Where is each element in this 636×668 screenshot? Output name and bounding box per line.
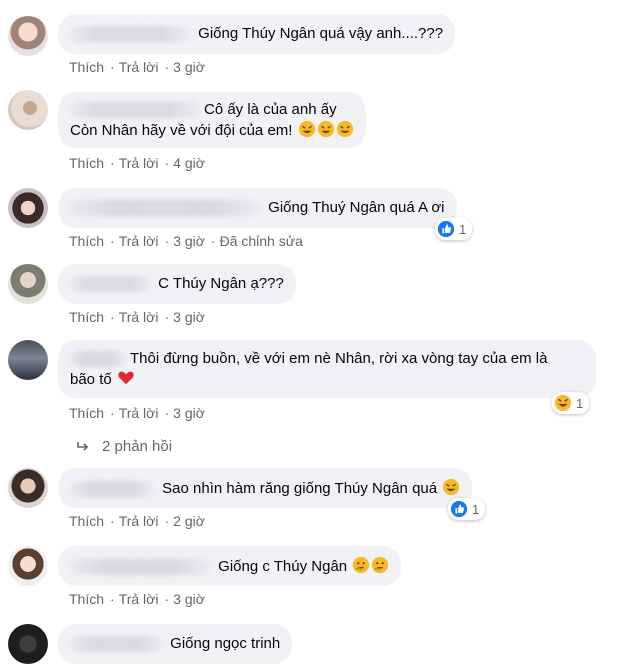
blurred-author-name[interactable] [70,276,150,293]
thinking-face-emoji [353,556,370,574]
reaction-badge[interactable]: 1 [435,218,473,240]
edited-label[interactable]: Đã chỉnh sửa [220,233,303,249]
thinking-face-emoji [372,556,389,574]
comment-text: Giống c Thúy Ngân [218,558,348,575]
comment-actions: Thích · Trả lời · 3 giờ [69,309,205,325]
reply-link[interactable]: Trả lời [119,309,159,325]
reply-arrow-icon [77,441,89,451]
comment-actions: Thích · Trả lời · 3 giờ [69,59,205,75]
reply-link[interactable]: Trả lời [119,591,159,607]
comment-text: Giống ngọc trinh [170,635,281,652]
like-icon [437,220,455,238]
reaction-count: 1 [576,395,584,411]
comment-text-line-2: Còn Nhân hãy về với đội của em! [70,122,293,139]
comment-bubble: Giống Thúy Ngân quá vậy anh....??? [58,14,456,54]
avatar[interactable] [8,468,48,508]
timestamp[interactable]: 3 giờ [173,405,205,421]
reply-link[interactable]: Trả lời [119,405,159,421]
comment-bubble: Giống c Thúy Ngân [58,546,402,586]
blurred-author-name[interactable] [70,26,190,43]
rolling-laughing-emoji [443,478,460,496]
comment-bubble: Sao nhìn hàm răng giống Thúy Ngân quá [58,468,473,508]
comment-text-line-1: Thôi đừng buồn, về với em nè Nhân, rời x… [130,350,548,367]
comment-text: Giống Thuý Ngân quá A ơi [268,199,445,216]
avatar[interactable] [8,188,48,228]
reaction-count: 1 [459,221,467,237]
reaction-count: 1 [472,501,480,517]
reaction-badge[interactable]: 1 [552,392,590,414]
rolling-laughing-emoji [336,120,353,138]
rolling-laughing-emoji [298,120,315,138]
comment-actions: Thích · Trả lời · 4 giờ [69,155,205,171]
like-link[interactable]: Thích [69,513,104,529]
reply-link[interactable]: Trả lời [119,59,159,75]
comment-text: Sao nhìn hàm răng giống Thúy Ngân quá [162,480,438,497]
blurred-author-name[interactable] [70,481,154,498]
timestamp[interactable]: 4 giờ [173,155,205,171]
timestamp[interactable]: 3 giờ [173,309,205,325]
comment-actions: Thích · Trả lời · 3 giờ [69,591,205,607]
comment-text: C Thúy Ngân ạ??? [158,275,284,292]
comment-bubble: C Thúy Ngân ạ??? [58,264,296,304]
haha-icon [554,394,572,412]
comment-actions: Thích · Trả lời · 3 giờ [69,405,205,421]
blurred-author-name[interactable] [70,559,210,576]
reaction-badge[interactable]: 1 [448,498,486,520]
timestamp[interactable]: 3 giờ [173,59,205,75]
like-link[interactable]: Thích [69,591,104,607]
replies-count-label: 2 phản hồi [102,438,173,455]
like-link[interactable]: Thích [69,309,104,325]
comment-actions: Thích · Trả lời · 3 giờ · Đã chỉnh sửa [69,233,303,249]
like-link[interactable]: Thích [69,59,104,75]
reply-link[interactable]: Trả lời [119,155,159,171]
blurred-author-name[interactable] [70,200,260,217]
blurred-author-name[interactable] [70,102,200,119]
blurred-author-name[interactable] [70,636,162,653]
comment-text-line-1: Cô ấy là của anh ấy [204,101,337,118]
timestamp[interactable]: 2 giờ [173,513,205,529]
comment-text-line-2: bão tố [70,371,112,388]
comment-actions: Thích · Trả lời · 2 giờ [69,513,205,529]
comment-bubble: Cô ấy là của anh ấy Còn Nhân hãy về với … [58,92,366,148]
like-link[interactable]: Thích [69,233,104,249]
view-replies-link[interactable]: 2 phản hồi [76,438,172,455]
avatar[interactable] [8,340,48,380]
comment-bubble: Thôi đừng buồn, về với em nè Nhân, rời x… [58,340,596,398]
red-heart-icon [118,371,134,385]
reply-link[interactable]: Trả lời [119,513,159,529]
avatar[interactable] [8,16,48,56]
rolling-laughing-emoji [317,120,334,138]
blurred-author-name[interactable] [70,351,126,368]
like-link[interactable]: Thích [69,405,104,421]
comment-bubble: Giống Thuý Ngân quá A ơi [58,188,457,228]
timestamp[interactable]: 3 giờ [173,591,205,607]
avatar[interactable] [8,264,48,304]
timestamp[interactable]: 3 giờ [173,233,205,249]
reply-link[interactable]: Trả lời [119,233,159,249]
comment-text: Giống Thúy Ngân quá vậy anh....??? [198,25,444,42]
like-link[interactable]: Thích [69,155,104,171]
avatar[interactable] [8,90,48,130]
like-icon [450,500,468,518]
avatar[interactable] [8,546,48,586]
avatar[interactable] [8,624,48,664]
comment-bubble: Giống ngọc trinh [58,624,293,664]
